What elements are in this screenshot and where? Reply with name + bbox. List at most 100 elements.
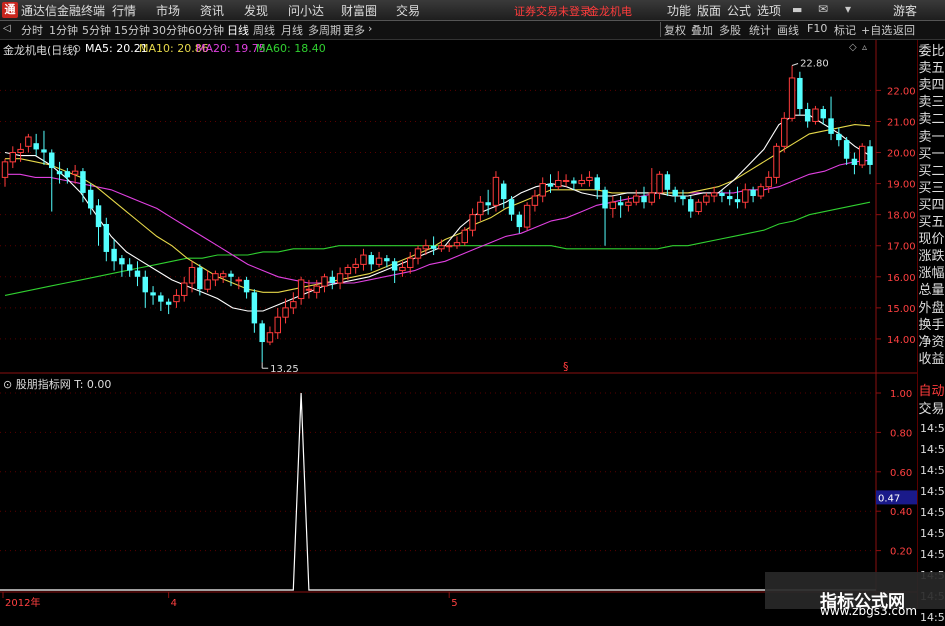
candle bbox=[461, 227, 469, 246]
candle-body bbox=[516, 214, 523, 228]
candle-body bbox=[632, 195, 640, 203]
x-tick-label: 5 bbox=[451, 598, 457, 609]
candle bbox=[9, 146, 17, 169]
menu-caifuquan[interactable]: 财富圈 bbox=[341, 2, 377, 19]
candle bbox=[641, 186, 647, 209]
period-5min[interactable]: 5分钟 bbox=[82, 22, 111, 38]
high-label: 22.80 bbox=[800, 59, 829, 70]
candle-body bbox=[204, 279, 211, 290]
more-chevron-icon[interactable]: › bbox=[368, 22, 372, 35]
tool-duogu[interactable]: 多股 bbox=[719, 22, 741, 38]
trade-tab-1[interactable]: 交易 bbox=[918, 402, 945, 418]
tool-diejia[interactable]: 叠加 bbox=[691, 22, 713, 38]
indicator-settings-icon[interactable]: ⊙ bbox=[3, 378, 16, 391]
tool-biaoji[interactable]: 标记 bbox=[834, 22, 856, 38]
tool-huaxian[interactable]: 画线 bbox=[777, 22, 799, 38]
candle bbox=[352, 258, 359, 274]
candle-body bbox=[391, 261, 398, 271]
tool-f10[interactable]: F10 bbox=[807, 22, 827, 35]
candle bbox=[695, 199, 702, 215]
collapse-icon[interactable]: ◁ bbox=[3, 23, 11, 34]
kline-chart[interactable]: 22.00 21.00 20.00 19.00 18.00 17.00 16.00 15.00… bbox=[0, 40, 918, 609]
tick-time: 14:56 bbox=[920, 611, 945, 624]
tool-fanhui[interactable]: 返回 bbox=[893, 22, 915, 38]
period-day[interactable]: 日线 bbox=[227, 22, 249, 38]
quote-field-11: 现价 bbox=[918, 232, 945, 248]
candle bbox=[710, 186, 718, 203]
y-tick-label: 15.00 bbox=[887, 304, 916, 315]
period-month[interactable]: 月线 bbox=[281, 22, 303, 38]
candle-body bbox=[266, 332, 274, 343]
candle bbox=[329, 270, 336, 290]
top-stock-name: 金龙机电 bbox=[588, 5, 632, 18]
period-30min[interactable]: 30分钟 bbox=[152, 22, 188, 38]
candle-body bbox=[71, 170, 79, 175]
candle-body bbox=[126, 264, 133, 271]
candle-body bbox=[617, 202, 624, 206]
candle-body bbox=[33, 143, 39, 150]
tool-zixuan[interactable]: +自选 bbox=[861, 22, 892, 38]
menu-hangqing[interactable]: 行情 bbox=[112, 2, 136, 19]
candle-body bbox=[547, 183, 554, 187]
candle bbox=[134, 261, 141, 287]
candle-body bbox=[781, 117, 788, 147]
dropdown-icon[interactable]: ▾ bbox=[845, 2, 851, 16]
candle-body bbox=[609, 201, 617, 209]
candle-body bbox=[290, 301, 297, 309]
candle-body bbox=[858, 145, 866, 166]
period-more[interactable]: 更多 bbox=[343, 22, 365, 38]
candle bbox=[788, 65, 796, 122]
candle bbox=[126, 258, 133, 277]
candle-body bbox=[757, 186, 765, 197]
menu-wenxiaoda[interactable]: 问小达 bbox=[288, 2, 324, 19]
candle bbox=[33, 133, 39, 156]
candle bbox=[531, 189, 539, 212]
quote-field-3: 卖三 bbox=[918, 95, 945, 111]
candle bbox=[664, 171, 671, 197]
candle bbox=[727, 189, 733, 206]
guest-label[interactable]: 游客 bbox=[893, 2, 917, 19]
candle-body bbox=[243, 279, 250, 293]
candle-body bbox=[119, 258, 125, 265]
period-multi[interactable]: 多周期 bbox=[308, 22, 341, 38]
candle-body bbox=[578, 179, 585, 185]
menu-gongneng[interactable]: 功能 bbox=[667, 2, 691, 19]
candle-body bbox=[485, 202, 491, 206]
candle bbox=[321, 273, 328, 293]
candle bbox=[368, 251, 374, 271]
minus-icon[interactable]: ▬ bbox=[792, 3, 802, 16]
candle bbox=[212, 270, 219, 287]
candle-body bbox=[430, 245, 437, 249]
period-1min[interactable]: 1分钟 bbox=[49, 22, 78, 38]
period-week[interactable]: 周线 bbox=[253, 22, 275, 38]
watermark-url: www.zbgs3.com bbox=[820, 604, 918, 618]
x-tick-label: 2012年 bbox=[5, 596, 40, 609]
tool-fuquan[interactable]: 复权 bbox=[664, 22, 686, 38]
tool-tongji[interactable]: 统计 bbox=[749, 22, 771, 38]
candle-body bbox=[188, 266, 196, 284]
y-tick-label: 21.00 bbox=[887, 117, 916, 128]
trade-tab-0[interactable]: 自动 bbox=[918, 384, 945, 400]
menu-gongshi[interactable]: 公式 bbox=[727, 2, 751, 19]
login-notice[interactable]: 证券交易未登录 bbox=[514, 3, 591, 19]
period-15min[interactable]: 15分钟 bbox=[114, 22, 150, 38]
mail-icon[interactable]: ✉ bbox=[818, 2, 828, 16]
period-fenshi[interactable]: 分时 bbox=[21, 22, 43, 38]
menu-jiaoyi[interactable]: 交易 bbox=[396, 2, 420, 19]
menu-faxian[interactable]: 发现 bbox=[244, 2, 268, 19]
candle bbox=[290, 292, 297, 315]
candle-body bbox=[719, 192, 725, 197]
menu-zixun[interactable]: 资讯 bbox=[200, 2, 224, 19]
period-60min[interactable]: 60分钟 bbox=[188, 22, 224, 38]
menu-xuanxiang[interactable]: 选项 bbox=[757, 2, 781, 19]
candle-body bbox=[680, 196, 686, 200]
candle-body bbox=[87, 189, 94, 209]
candle bbox=[812, 105, 819, 125]
candle-body bbox=[867, 146, 873, 165]
menu-shichang[interactable]: 市场 bbox=[156, 2, 180, 19]
candle-body bbox=[851, 158, 858, 165]
candle-body bbox=[313, 285, 320, 293]
menu-banmian[interactable]: 版面 bbox=[697, 2, 721, 19]
candle-body bbox=[445, 245, 453, 248]
indicator-value: T: 0.00 bbox=[74, 378, 112, 391]
